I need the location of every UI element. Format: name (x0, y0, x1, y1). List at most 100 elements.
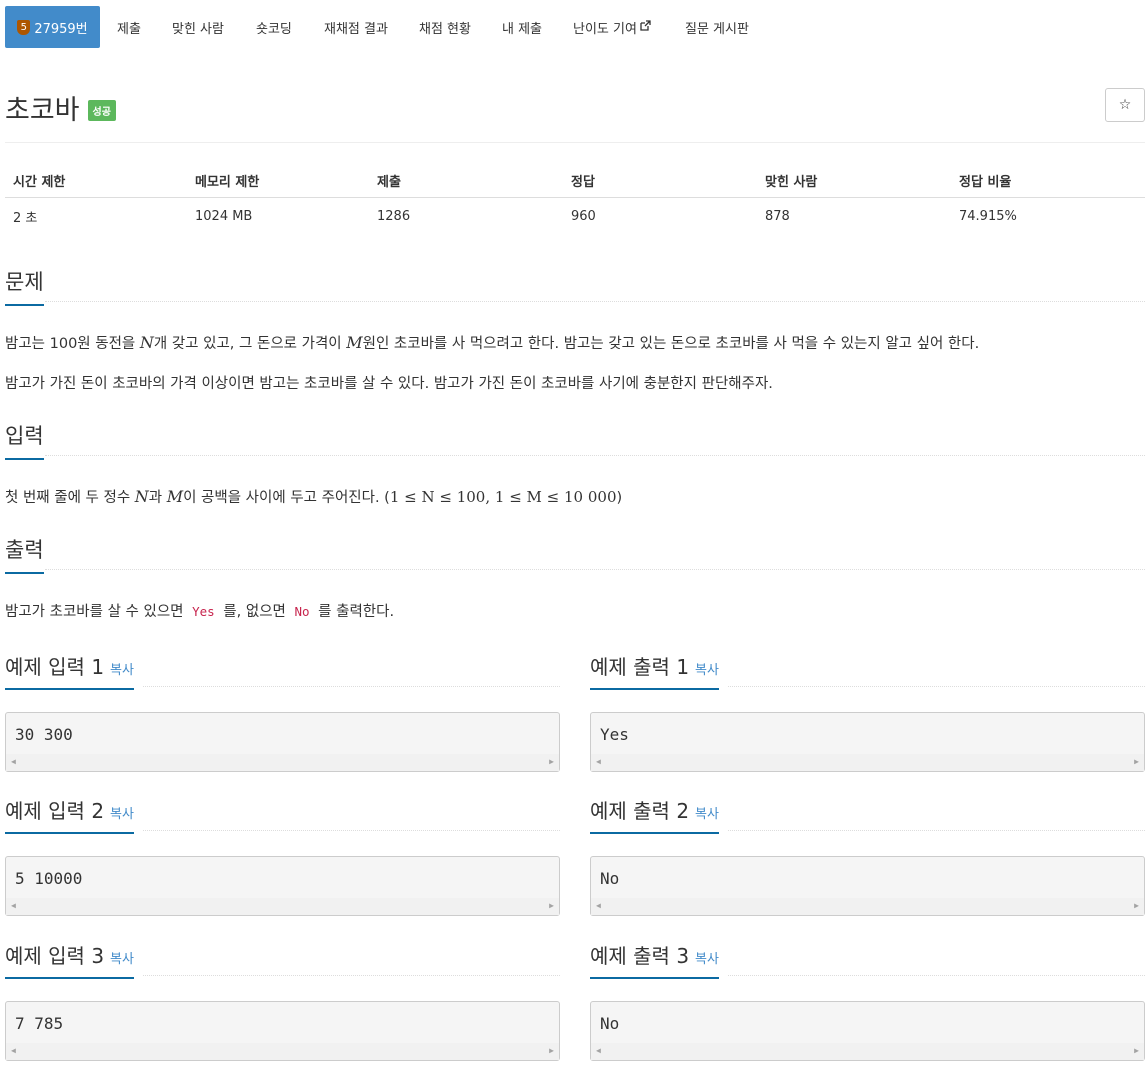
horizontal-scrollbar[interactable]: ◀ ▶ (591, 754, 1144, 771)
copy-button[interactable]: 복사 (110, 952, 134, 967)
output-text: 밤고가 초코바를 살 수 있으면 (5, 604, 189, 620)
sample-divider (143, 686, 560, 687)
sample-divider (728, 686, 1145, 687)
value-accepted: 960 (571, 208, 596, 224)
sample-output-1-heading: 예제 출력 1 복사 (590, 651, 719, 690)
sample-output-1-section: 예제 출력 1 복사 (590, 651, 719, 690)
sample-input-3-title: 예제 입력 3 (5, 944, 105, 968)
input-divider (45, 455, 1145, 456)
nav-solvers[interactable]: 맞힌 사람 (172, 6, 224, 48)
horizontal-scrollbar[interactable]: ◀ ▶ (6, 754, 559, 771)
scroll-left-icon[interactable]: ◀ (11, 1046, 16, 1055)
scroll-left-icon[interactable]: ◀ (11, 901, 16, 910)
copy-button[interactable]: 복사 (695, 807, 719, 822)
sample-input-1-text: 30 300 (15, 725, 73, 744)
sample-input-2-text: 5 10000 (15, 869, 83, 888)
sample-output-2-text: No (600, 869, 620, 888)
math-var-m: M (346, 333, 363, 352)
output-paragraph: 밤고가 초코바를 살 수 있으면 Yes 를, 없으면 No 를 출력한다. (5, 600, 394, 621)
nav-status[interactable]: 채점 현황 (419, 6, 471, 48)
scroll-left-icon[interactable]: ◀ (596, 1046, 601, 1055)
header-ratio: 정답 비율 (959, 174, 1012, 190)
copy-button[interactable]: 복사 (695, 663, 719, 678)
scroll-right-icon[interactable]: ▶ (1134, 1046, 1139, 1055)
copy-button[interactable]: 복사 (110, 807, 134, 822)
star-icon: ☆ (1118, 97, 1132, 113)
favorite-button[interactable]: ☆ (1105, 88, 1145, 122)
output-heading: 출력 (5, 534, 44, 574)
copy-button[interactable]: 복사 (695, 952, 719, 967)
header-time-limit: 시간 제한 (13, 174, 66, 190)
input-text: 이 공백을 사이에 두고 주어진다. ( (183, 490, 390, 506)
sample-output-2-box[interactable]: No ◀ ▶ (590, 856, 1145, 916)
inline-code-no: No (294, 604, 310, 619)
value-ratio: 74.915% (959, 208, 1017, 224)
horizontal-scrollbar[interactable]: ◀ ▶ (6, 1043, 559, 1060)
nav-submit[interactable]: 제출 (117, 6, 141, 48)
nav-rejudge[interactable]: 재채점 결과 (324, 6, 388, 48)
header-accepted: 정답 (571, 174, 595, 190)
sample-input-3-heading: 예제 입력 3 복사 (5, 940, 134, 979)
scroll-left-icon[interactable]: ◀ (11, 757, 16, 766)
title-row: 초코바 성공 (5, 88, 116, 127)
nav-my-submissions[interactable]: 내 제출 (502, 6, 542, 48)
horizontal-scrollbar[interactable]: ◀ ▶ (591, 1043, 1144, 1060)
nav-short-coding[interactable]: 숏코딩 (256, 6, 292, 48)
problem-number: 27959번 (34, 21, 88, 37)
sample-divider (143, 830, 560, 831)
input-text: 첫 번째 줄에 두 정수 (5, 490, 135, 506)
description-divider (45, 301, 1145, 302)
output-text: 를 출력한다. (313, 604, 395, 620)
input-constraint-math: 1 ≤ N ≤ 100, 1 ≤ M ≤ 10 000 (389, 488, 617, 506)
sample-output-3-box[interactable]: No ◀ ▶ (590, 1001, 1145, 1061)
scroll-right-icon[interactable]: ▶ (549, 901, 554, 910)
sample-output-3-text: No (600, 1014, 620, 1033)
sample-input-2-title: 예제 입력 2 (5, 799, 105, 823)
description-heading: 문제 (5, 266, 44, 306)
scroll-right-icon[interactable]: ▶ (1134, 901, 1139, 910)
header-solvers: 맞힌 사람 (765, 174, 818, 190)
header-submissions: 제출 (377, 174, 401, 190)
horizontal-scrollbar[interactable]: ◀ ▶ (591, 898, 1144, 915)
horizontal-scrollbar[interactable]: ◀ ▶ (6, 898, 559, 915)
output-section: 출력 (5, 534, 44, 574)
problem-info-table: 시간 제한 메모리 제한 제출 정답 맞힌 사람 정답 비율 2 초 1024 … (5, 162, 1145, 234)
scroll-right-icon[interactable]: ▶ (549, 1046, 554, 1055)
sample-input-1-section: 예제 입력 1 복사 (5, 651, 134, 690)
scroll-left-icon[interactable]: ◀ (596, 901, 601, 910)
sample-input-2-heading: 예제 입력 2 복사 (5, 795, 134, 834)
math-var-n: N (139, 333, 154, 352)
input-paragraph: 첫 번째 줄에 두 정수 N과 M이 공백을 사이에 두고 주어진다. (1 ≤… (5, 486, 622, 507)
sample-input-1-heading: 예제 입력 1 복사 (5, 651, 134, 690)
copy-button[interactable]: 복사 (110, 663, 134, 678)
sample-output-1-text: Yes (600, 725, 629, 744)
nav-problem-tab[interactable]: 5 27959번 (5, 6, 100, 48)
input-section: 입력 (5, 420, 44, 460)
scroll-right-icon[interactable]: ▶ (1134, 757, 1139, 766)
scroll-left-icon[interactable]: ◀ (596, 757, 601, 766)
sample-output-3-section: 예제 출력 3 복사 (590, 940, 719, 979)
sample-divider (728, 830, 1145, 831)
scroll-right-icon[interactable]: ▶ (549, 757, 554, 766)
sample-input-3-box[interactable]: 7 785 ◀ ▶ (5, 1001, 560, 1061)
sample-output-1-title: 예제 출력 1 (590, 655, 690, 679)
input-heading: 입력 (5, 420, 44, 460)
value-solvers: 878 (765, 208, 790, 224)
nav-difficulty-label: 난이도 기여 (573, 21, 637, 37)
sample-output-1-box[interactable]: Yes ◀ ▶ (590, 712, 1145, 772)
input-text: 과 (148, 490, 167, 506)
external-link-icon (640, 20, 651, 34)
sample-output-2-heading: 예제 출력 2 복사 (590, 795, 719, 834)
sample-input-3-section: 예제 입력 3 복사 (5, 940, 134, 979)
value-time-limit: 2 초 (13, 210, 38, 226)
math-var-n: N (134, 487, 149, 506)
inline-code-yes: Yes (192, 604, 215, 619)
nav-board[interactable]: 질문 게시판 (685, 6, 749, 48)
sample-input-1-title: 예제 입력 1 (5, 655, 105, 679)
bronze-tier-icon: 5 (17, 19, 31, 35)
sample-input-1-box[interactable]: 30 300 ◀ ▶ (5, 712, 560, 772)
nav-difficulty[interactable]: 난이도 기여 (573, 6, 651, 48)
sample-input-2-box[interactable]: 5 10000 ◀ ▶ (5, 856, 560, 916)
title-divider (5, 142, 1145, 143)
description-text: 원인 초코바를 사 먹으려고 한다. 밤고는 갖고 있는 돈으로 초코바를 사 … (362, 336, 980, 352)
